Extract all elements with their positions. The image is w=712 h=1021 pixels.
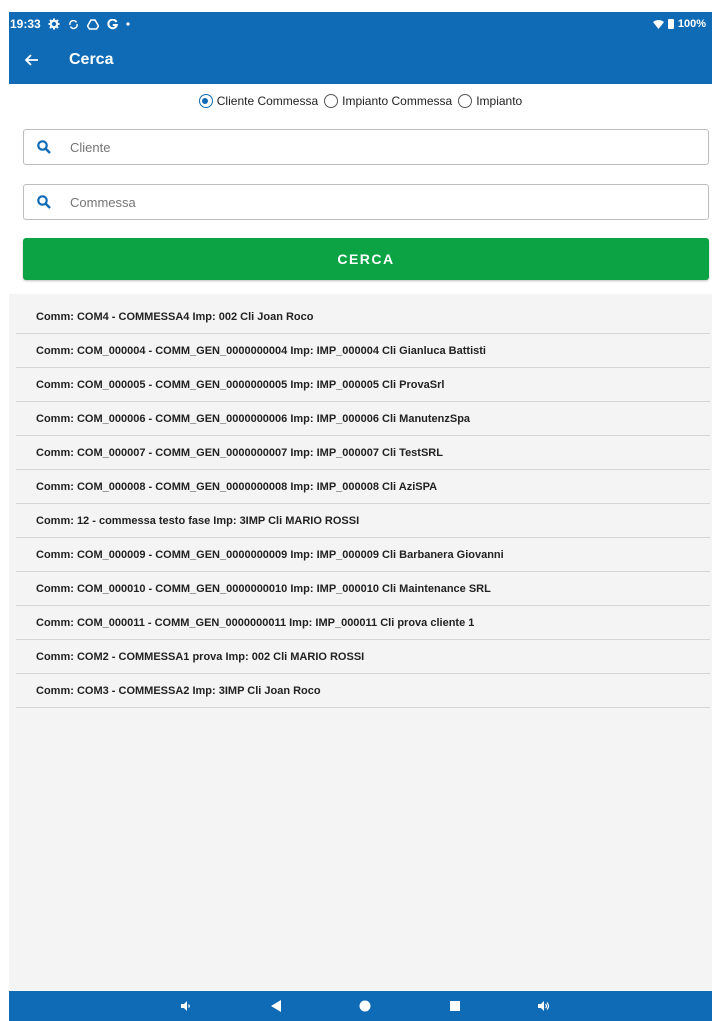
radio-cliente-commessa[interactable]: Cliente Commessa	[198, 94, 319, 108]
volume-down-icon[interactable]	[176, 996, 196, 1016]
home-circle-icon[interactable]	[355, 996, 375, 1016]
radio-label: Cliente Commessa	[216, 94, 319, 108]
list-item[interactable]: Comm: COM_000007 - COMM_GEN_0000000007 I…	[16, 436, 710, 470]
list-item[interactable]: Comm: COM_000008 - COMM_GEN_0000000008 I…	[16, 470, 710, 504]
list-item[interactable]: Comm: COM3 - COMMESSA2 Imp: 3IMP Cli Joa…	[16, 674, 710, 708]
list-item[interactable]: Comm: COM4 - COMMESSA4 Imp: 002 Cli Joan…	[16, 300, 710, 334]
list-item[interactable]: Comm: COM_000011 - COMM_GEN_0000000011 I…	[16, 606, 710, 640]
battery-icon	[667, 19, 674, 29]
google-icon	[107, 18, 118, 29]
radio-label: Impianto Commessa	[342, 94, 453, 108]
list-item[interactable]: Comm: COM_000006 - COMM_GEN_0000000006 I…	[16, 402, 710, 436]
radio-label: Impianto	[476, 94, 523, 108]
recents-square-icon[interactable]	[445, 996, 465, 1016]
status-bar: 19:33 100%	[9, 12, 712, 36]
status-time: 19:33	[10, 17, 41, 31]
wifi-icon	[652, 19, 664, 29]
cliente-input[interactable]	[68, 138, 632, 156]
search-icon	[37, 195, 51, 209]
search-icon	[37, 140, 51, 154]
list-item[interactable]: Comm: COM_000009 - COMM_GEN_0000000009 I…	[16, 538, 710, 572]
list-item[interactable]: Comm: COM_000005 - COMM_GEN_0000000005 I…	[16, 368, 710, 402]
list-item[interactable]: Comm: COM2 - COMMESSA1 prova Imp: 002 Cl…	[16, 640, 710, 674]
radio-checked-icon	[198, 94, 213, 108]
list-item[interactable]: Comm: 12 - commessa testo fase Imp: 3IMP…	[16, 504, 710, 538]
cliente-field[interactable]	[23, 129, 709, 165]
settings-icon	[48, 18, 60, 30]
app-bar: Cerca	[9, 36, 712, 84]
drive-icon	[86, 18, 99, 30]
back-button[interactable]	[9, 36, 55, 84]
radio-impianto-commessa[interactable]: Impianto Commessa	[324, 94, 452, 108]
back-triangle-icon[interactable]	[266, 996, 286, 1016]
app-frame: 19:33 100% Cerca Cliente Commessa Impian…	[9, 12, 712, 1021]
search-type-radio-group: Cliente Commessa Impianto Commessa Impia…	[9, 90, 712, 112]
sync-icon	[68, 19, 78, 29]
commessa-input[interactable]	[68, 193, 632, 211]
results-list: Comm: COM4 - COMMESSA4 Imp: 002 Cli Joan…	[16, 300, 710, 708]
battery-level: 100%	[677, 18, 706, 30]
dot-icon	[126, 22, 130, 26]
radio-unchecked-icon	[324, 94, 339, 108]
radio-unchecked-icon	[458, 94, 473, 108]
list-item[interactable]: Comm: COM_000004 - COMM_GEN_0000000004 I…	[16, 334, 710, 368]
cerca-button[interactable]: CERCA	[23, 238, 709, 280]
list-item[interactable]: Comm: COM_000010 - COMM_GEN_0000000010 I…	[16, 572, 710, 606]
radio-impianto[interactable]: Impianto	[458, 94, 522, 108]
volume-up-icon[interactable]	[534, 996, 554, 1016]
system-nav-bar	[9, 991, 712, 1021]
results-panel: Comm: COM4 - COMMESSA4 Imp: 002 Cli Joan…	[9, 294, 712, 991]
arrow-left-icon	[25, 54, 38, 66]
commessa-field[interactable]	[23, 184, 709, 220]
page-title: Cerca	[69, 51, 114, 68]
